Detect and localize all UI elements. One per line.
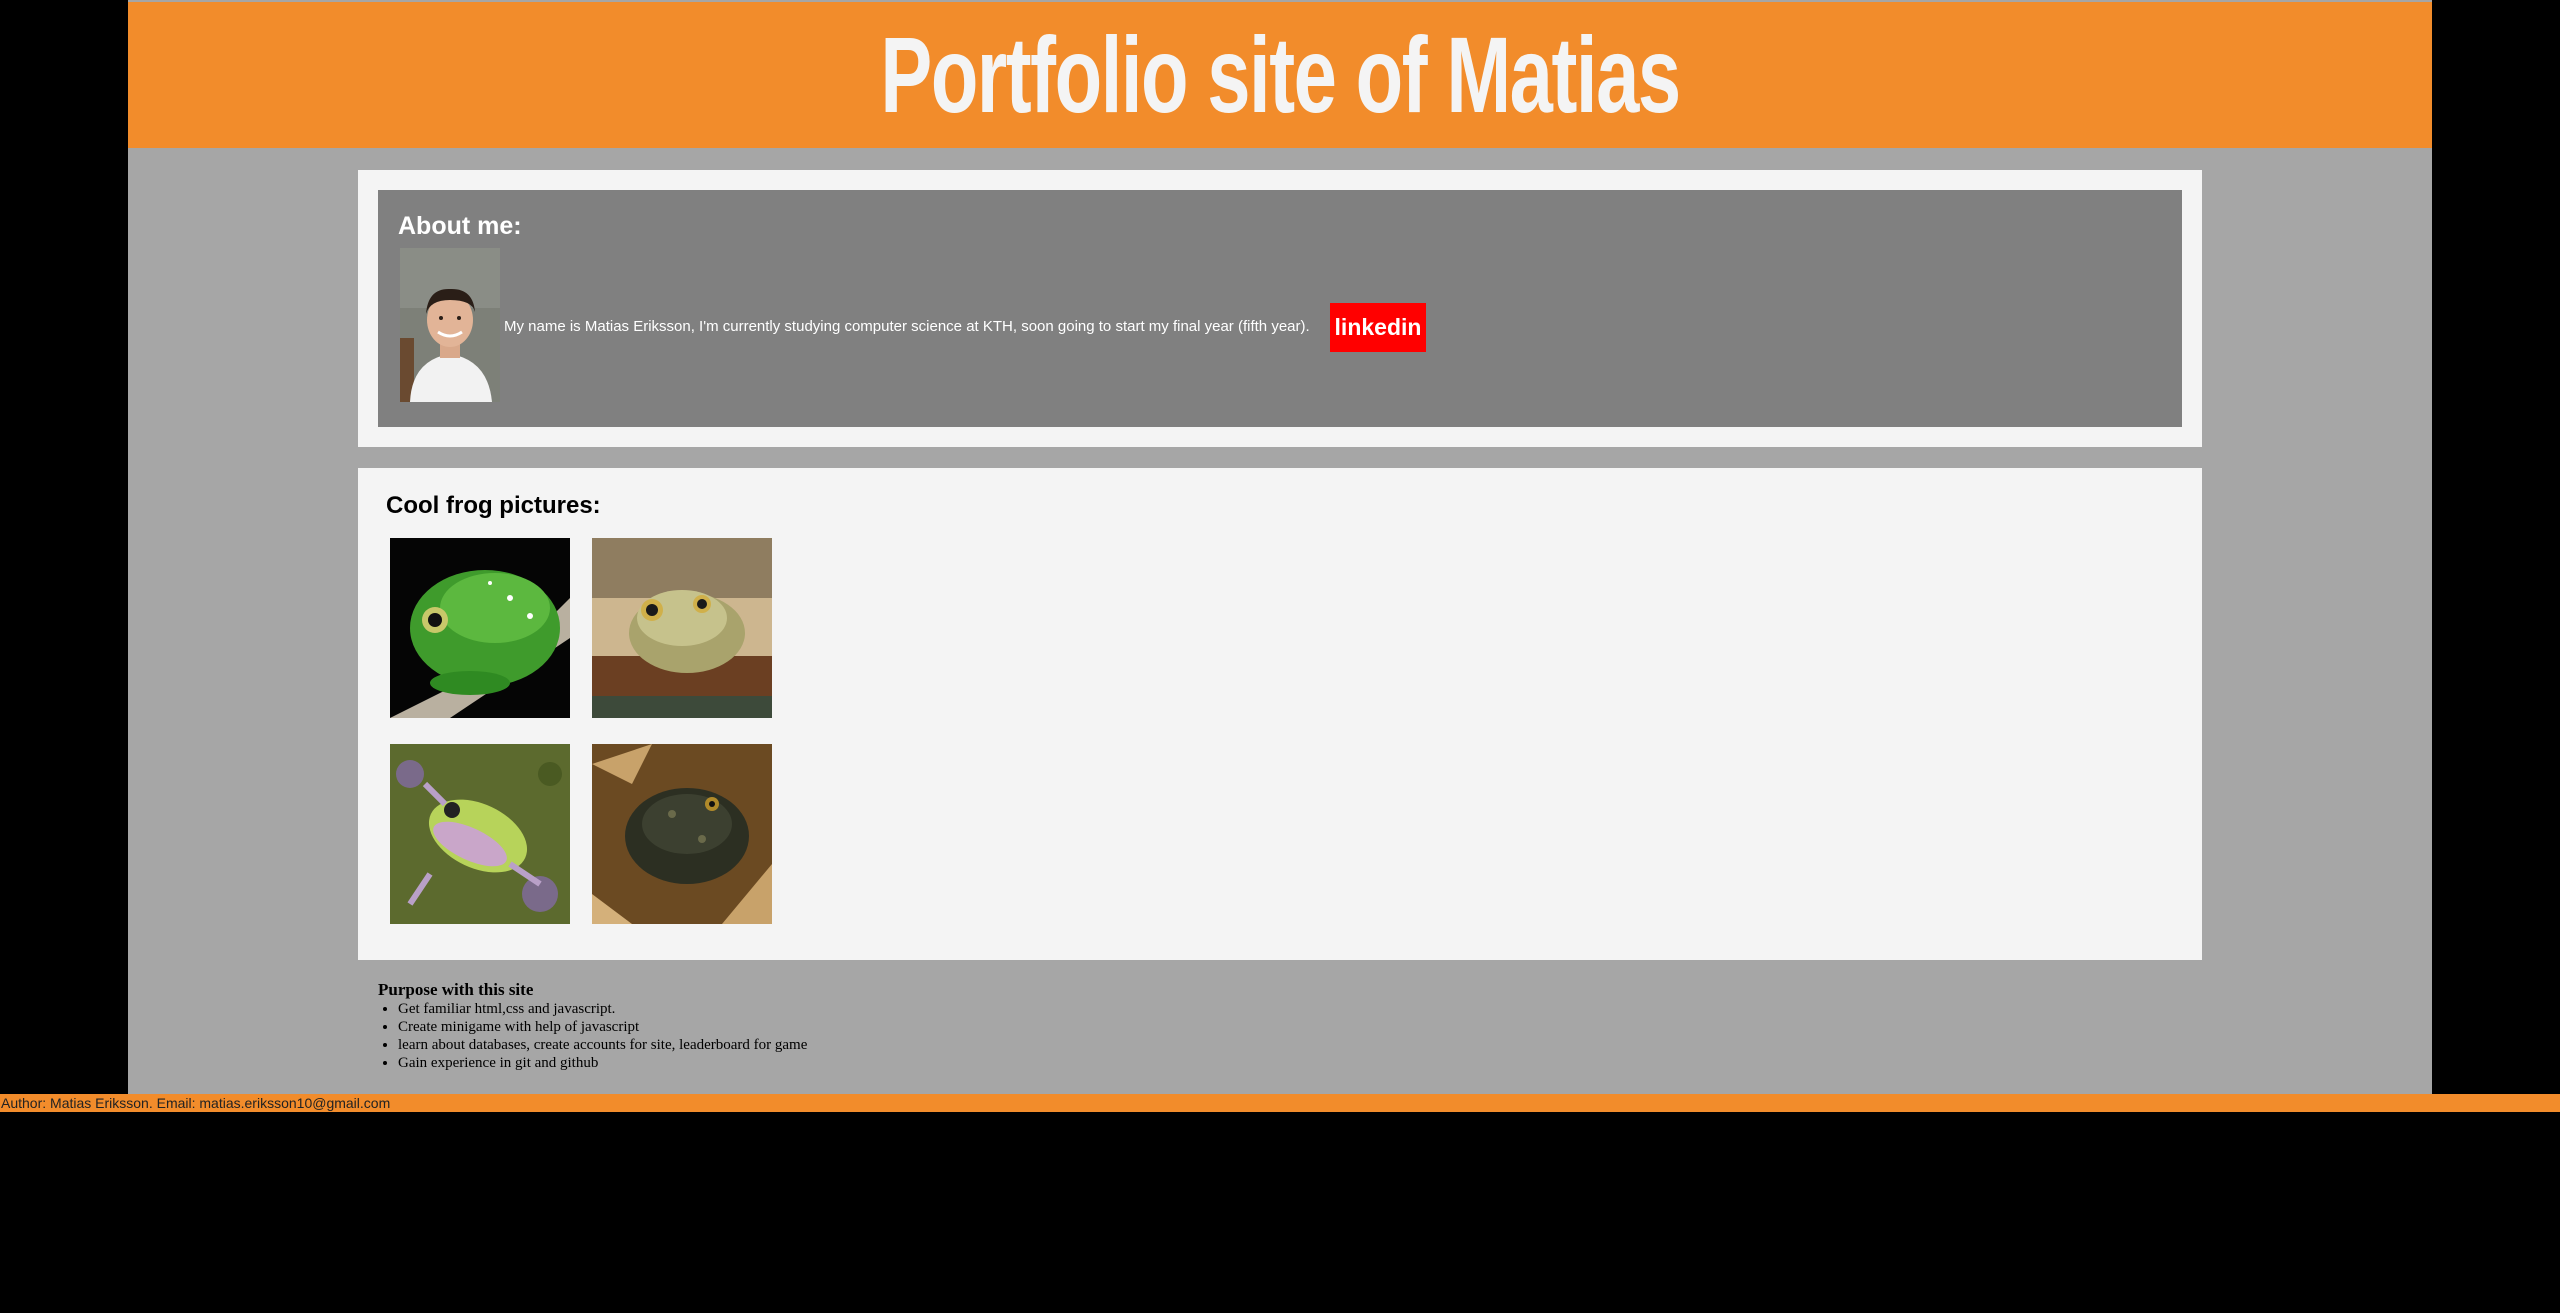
frog-gallery: Cool frog pictures: <box>358 468 2202 960</box>
list-item: Gain experience in git and github <box>398 1054 807 1072</box>
purpose-list: Get familiar html,css and javascript. Cr… <box>378 1000 807 1072</box>
site-footer: Author: Matias Eriksson. Email: matias.e… <box>0 1094 2560 1112</box>
purpose-section: Purpose with this site Get familiar html… <box>378 980 807 1072</box>
author-info: Author: Matias Eriksson. Email: matias.e… <box>1 1095 391 1111</box>
frog-image[interactable] <box>592 744 772 924</box>
gallery-heading: Cool frog pictures: <box>386 492 601 519</box>
profile-photo <box>400 248 500 402</box>
about-heading: About me: <box>398 212 522 240</box>
page-title: Portfolio site of Matias <box>880 14 1681 135</box>
about-card: About me: My name is Matias Eriksson, I'… <box>378 190 2182 427</box>
list-item: learn about databases, create accounts f… <box>398 1036 807 1054</box>
about-section: About me: My name is Matias Eriksson, I'… <box>358 170 2202 447</box>
linkedin-button[interactable]: linkedin <box>1330 303 1426 352</box>
frog-image[interactable] <box>592 538 772 718</box>
list-item: Get familiar html,css and javascript. <box>398 1000 807 1018</box>
list-item: Create minigame with help of javascript <box>398 1018 807 1036</box>
purpose-heading: Purpose with this site <box>378 980 534 999</box>
site-header: Portfolio site of Matias <box>128 2 2432 148</box>
frog-image[interactable] <box>390 538 570 718</box>
page-wrapper: Portfolio site of Matias About me: My na… <box>128 0 2432 1094</box>
frog-image[interactable] <box>390 744 570 924</box>
about-description: My name is Matias Eriksson, I'm currentl… <box>504 318 1310 335</box>
